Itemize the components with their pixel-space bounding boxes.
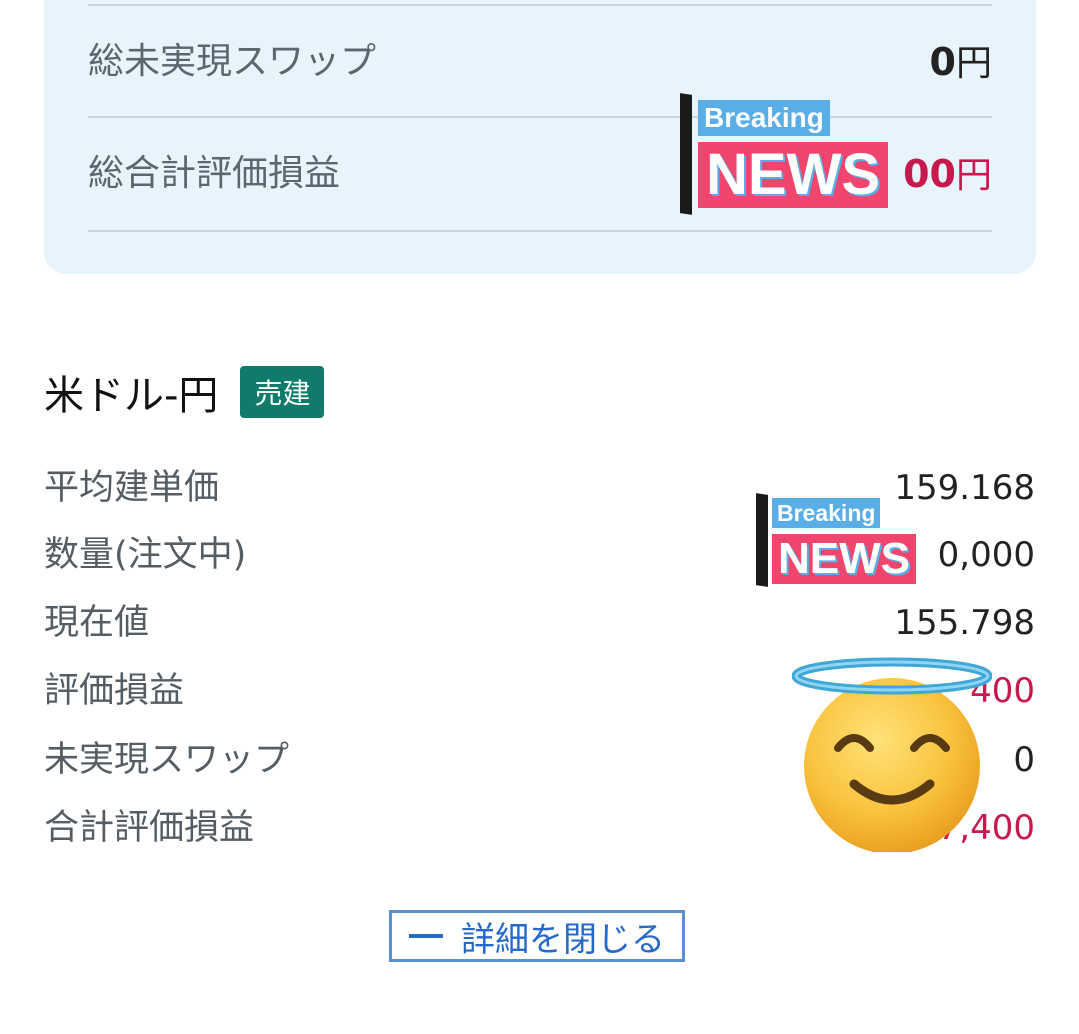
sticker-bar [680,93,692,215]
summary-value: 0円 [930,6,992,118]
detail-label: 合計評価損益 [44,808,255,848]
side-badge: 売建 [240,366,325,418]
summary-number: 0 [929,40,956,84]
detail-row-current-price: 現在値 155.798 [44,598,1035,648]
minus-icon [409,934,443,938]
detail-value: 0,000 [937,535,1035,575]
detail-label: 未実現スワップ [44,740,290,780]
news-label: NEWS [698,142,888,208]
detail-label: 評価損益 [44,671,185,711]
detail-value: 155.798 [894,603,1035,643]
currency-pair: 米ドル-円 [44,373,219,419]
summary-label: 総合計評価損益 [88,153,341,194]
breaking-news-sticker: Breaking NEWS [756,493,940,587]
breaking-news-sticker: Breaking NEWS [680,93,916,215]
breaking-label: Breaking [698,100,830,136]
close-details-label: 詳細を閉じる [461,919,665,960]
position-detail-screen: 総未実現スワップ 0円 総合計評価損益 00円 米ドル-円 売建 平均建単価 1… [0,0,1079,1034]
detail-label: 数量(注文中) [44,535,247,575]
breaking-label: Breaking [772,498,881,528]
summary-label: 総未実現スワップ [88,41,377,82]
summary-value: 00円 [903,118,992,230]
currency-unit: 円 [955,43,992,84]
sticker-bar [756,493,768,587]
news-label: NEWS [772,534,916,584]
detail-label: 現在値 [44,603,150,643]
close-details-button[interactable]: 詳細を閉じる [389,910,685,962]
detail-value: 0 [1013,740,1035,780]
position-header: 米ドル-円 売建 [44,364,325,420]
currency-unit: 円 [955,155,992,196]
detail-label: 平均建単価 [44,468,220,508]
smiling-halo-emoji [792,657,992,852]
